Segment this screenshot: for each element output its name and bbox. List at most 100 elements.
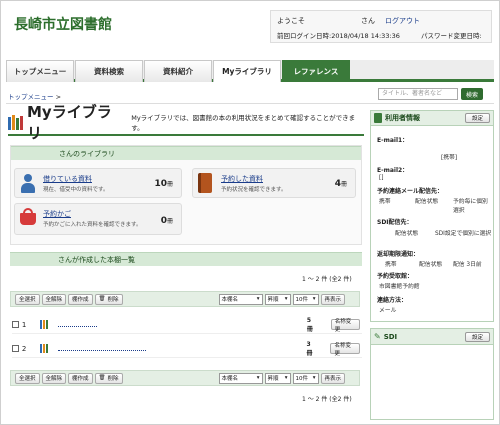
search-button[interactable]: 検索 (461, 88, 483, 100)
shelf-toolbar-top: 全選択 全解除 棚作成 🗑 削除 本棚名 ▾ 昇順 ▾ 10件 ▾ 再表示 (10, 291, 360, 307)
library-heading: さんのライブラリ (11, 146, 361, 160)
deselect-all-button[interactable]: 全解除 (41, 372, 67, 384)
reserve-mail-mobile: 携帯 (379, 199, 391, 205)
chevron-down-icon: ▾ (256, 296, 260, 302)
sdi-panel: ✎ SDI 設定 (370, 328, 494, 420)
tab-top-menu[interactable]: トップメニュー (6, 60, 74, 82)
search-input[interactable]: タイトル、著者名など (378, 88, 458, 100)
page-heading: Myライブラリ Myライブラリでは、図書館の本の利用状況をまとめて確認することが… (8, 103, 364, 142)
sdi-settings-button[interactable]: 設定 (465, 332, 490, 342)
password-changed: パスワード変更日時: (421, 32, 482, 40)
return-notice-mobile: 携帯 (385, 262, 397, 268)
last-login: 前回ログイン日時:2018/04/18 14:33:36 (277, 32, 400, 40)
trash-icon: 🗑 (98, 296, 106, 302)
create-shelf-button[interactable]: 棚作成 (68, 372, 93, 384)
user-info-settings-button[interactable]: 設定 (465, 113, 490, 123)
welcome-text: ようこそ (277, 17, 305, 25)
row-count: 3冊 (306, 340, 313, 357)
row-count: 5冊 (306, 316, 313, 333)
pagination-bottom: 1 ～ 2 件 (全2 件) (302, 396, 352, 403)
cart-card[interactable]: 予約かご 予約かごに入れた資料を確認できます。 0冊 (14, 203, 182, 235)
reserve-mail-status: 配信状態 (415, 199, 439, 205)
person-icon (19, 174, 37, 194)
email2-value: [] (379, 175, 384, 181)
cart-count: 0冊 (160, 216, 173, 226)
return-notice-days: 配信 3日前 (453, 262, 482, 268)
pencil-icon: ✎ (374, 332, 381, 341)
per-page-select[interactable]: 10件 ▾ (292, 372, 319, 384)
breadcrumb-home[interactable]: トップメニュー (8, 93, 54, 101)
rename-button[interactable]: 名称変更 (330, 343, 360, 357)
email1-mobile: [携帯] (441, 155, 458, 161)
reserved-label[interactable]: 予約した資料 (221, 174, 286, 184)
trash-icon: 🗑 (98, 375, 106, 381)
pickup-label: 予約受取館： (377, 273, 414, 280)
borrowing-card[interactable]: 借りている資料 現在、借受中の資料です。 10冊 (14, 168, 182, 198)
breadcrumb-sep: > (55, 93, 62, 101)
deselect-all-button[interactable]: 全解除 (41, 293, 67, 305)
tab-my-library[interactable]: Myライブラリ (213, 60, 281, 82)
chevron-down-icon: ▾ (256, 375, 260, 381)
return-notice-status: 配信状態 (419, 262, 443, 268)
contact-value: メール (379, 308, 397, 314)
page-description: Myライブラリでは、図書館の本の利用状況をまとめて確認することができます。 (131, 114, 356, 132)
site-title[interactable]: 長崎市立図書館 (14, 14, 112, 34)
row-checkbox[interactable] (12, 345, 19, 352)
per-page-select[interactable]: 10件 ▾ (292, 293, 319, 305)
row-number: 1 (21, 320, 27, 329)
create-shelf-button[interactable]: 棚作成 (68, 293, 93, 305)
borrowing-desc: 現在、借受中の資料です。 (43, 187, 109, 193)
books-icon (40, 320, 49, 329)
cart-desc: 予約かごに入れた資料を確認できます。 (43, 222, 142, 228)
chevron-down-icon: ▾ (284, 296, 288, 302)
books-icon (40, 344, 49, 353)
chevron-down-icon: ▾ (312, 296, 316, 302)
contact-label: 連絡方法： (377, 297, 408, 304)
borrowing-label[interactable]: 借りている資料 (43, 174, 108, 184)
basket-icon (20, 208, 36, 225)
shelf-link[interactable] (58, 326, 97, 327)
reserved-card[interactable]: 予約した資料 予約状況を確認できます。 4冊 (192, 168, 356, 198)
return-notice-label: 返却期限通知： (377, 251, 420, 258)
sdi-delivery-status: 配信状態 (395, 231, 419, 237)
sort-order-select[interactable]: 昇順 ▾ (264, 293, 291, 305)
cart-label[interactable]: 予約かご (43, 209, 143, 219)
reserved-book-icon (198, 173, 212, 193)
redisplay-button[interactable]: 再表示 (320, 293, 346, 305)
books-icon (8, 114, 23, 130)
reserved-count: 4冊 (334, 179, 347, 189)
user-info-panel: 利用者情報 設定 E-mail1： [携帯] E-mail2： [] 予約連絡メ… (370, 110, 494, 322)
email1-label: E-mail1： (377, 137, 409, 144)
sort-field-select[interactable]: 本棚名 ▾ (218, 372, 263, 384)
reserved-desc: 予約状況を確認できます。 (221, 187, 287, 193)
reserve-mail-label: 予約連絡メール配信先： (377, 188, 444, 195)
table-row: 1 5冊 名称変更 (12, 316, 362, 334)
select-all-button[interactable]: 全選択 (15, 372, 40, 384)
sdi-delivery-label: SDI配信先： (377, 219, 413, 226)
main-nav: トップメニュー 資料検索 資料紹介 Myライブラリ レファレンス (6, 60, 494, 82)
email2-label: E-mail2： (377, 167, 409, 174)
select-all-button[interactable]: 全選択 (15, 293, 40, 305)
row-checkbox[interactable] (12, 321, 19, 328)
chevron-down-icon: ▾ (284, 375, 288, 381)
tab-introduction[interactable]: 資料紹介 (144, 60, 212, 82)
sort-order-select[interactable]: 昇順 ▾ (264, 372, 291, 384)
shelf-link[interactable] (58, 350, 147, 351)
logout-link[interactable]: ログアウト (385, 16, 420, 26)
delete-button[interactable]: 🗑 削除 (94, 372, 123, 384)
delete-button[interactable]: 🗑 削除 (94, 293, 123, 305)
breadcrumb: トップメニュー > (8, 91, 61, 101)
page-title: Myライブラリ (27, 103, 112, 142)
shelf-heading: さんが作成した本棚一覧 (10, 252, 362, 266)
borrowing-count: 10冊 (154, 179, 173, 189)
tab-reference[interactable]: レファレンス (282, 60, 350, 82)
sort-field-select[interactable]: 本棚名 ▾ (218, 293, 263, 305)
tab-search[interactable]: 資料検索 (75, 60, 143, 82)
sdi-delivery-select: SDI設定で個別に選択 (435, 231, 492, 237)
rename-button[interactable]: 名称変更 (330, 319, 360, 333)
row-number: 2 (21, 344, 27, 353)
redisplay-button[interactable]: 再表示 (320, 372, 346, 384)
info-icon (374, 113, 382, 123)
chevron-down-icon: ▾ (312, 375, 316, 381)
pickup-value: 市図書館予約館 (379, 284, 420, 290)
